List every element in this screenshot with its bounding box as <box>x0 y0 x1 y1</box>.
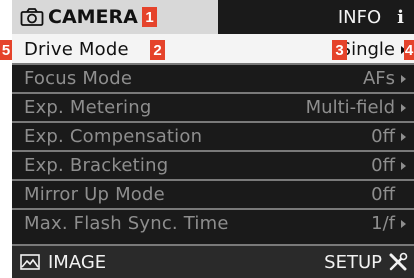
menu-item-value: 0ff <box>371 184 395 205</box>
tab-camera-label: CAMERA <box>48 6 138 28</box>
menu-item-value: 1/f <box>371 213 406 234</box>
camera-icon <box>20 8 44 26</box>
menu-item-value-text: Single <box>339 39 395 60</box>
menu-item-value: 0ff <box>371 126 406 147</box>
tab-image[interactable]: IMAGE <box>20 252 106 273</box>
chevron-right-icon <box>401 103 406 112</box>
info-icon: i <box>397 6 404 28</box>
chevron-right-icon <box>401 132 406 141</box>
menu-item-value-text: 0ff <box>371 126 395 147</box>
chevron-right-icon <box>401 161 406 170</box>
menu-item-value: Multi-field <box>306 97 406 118</box>
chevron-right-icon <box>401 219 406 228</box>
menu-item-exp-bracketing[interactable]: Exp. Bracketing 0ff <box>12 150 414 179</box>
callout-5: 5 <box>0 40 12 60</box>
menu-item-label: Max. Flash Sync. Time <box>24 213 229 234</box>
menu-item-label: Mirror Up Mode <box>24 184 165 205</box>
tab-info-label: INFO <box>337 6 382 28</box>
menu-item-value-text: Multi-field <box>305 97 395 118</box>
image-icon <box>20 254 40 270</box>
menu-item-value: Single <box>340 39 406 60</box>
callout-1: 1 <box>142 7 157 27</box>
menu-item-label: Focus Mode <box>24 68 133 89</box>
menu-item-label: Drive Mode <box>24 39 129 60</box>
wrench-screwdriver-icon <box>389 252 408 271</box>
menu-item-value-text: 1/f <box>371 213 395 234</box>
menu-item-value: AFs <box>363 68 406 89</box>
tab-setup[interactable]: SETUP <box>324 252 408 273</box>
callout-3: 3 <box>332 40 347 60</box>
menu-item-value-text: 0ff <box>371 155 395 176</box>
callout-4: 4 <box>404 40 414 60</box>
camera-menu-screen: CAMERA INFO i Drive Mode Single Focus Mo… <box>12 0 414 278</box>
menu-item-focus-mode[interactable]: Focus Mode AFs <box>12 63 414 92</box>
bottom-tab-bar: IMAGE SETUP <box>12 244 414 278</box>
tab-setup-label: SETUP <box>324 251 382 273</box>
tab-image-label: IMAGE <box>48 251 107 273</box>
tab-info[interactable]: INFO i <box>218 0 414 34</box>
chevron-right-icon <box>401 74 406 83</box>
menu-list: Drive Mode Single Focus Mode AFs Exp. Me… <box>12 34 414 237</box>
menu-item-exp-compensation[interactable]: Exp. Compensation 0ff <box>12 121 414 150</box>
menu-item-exp-metering[interactable]: Exp. Metering Multi-field <box>12 92 414 121</box>
callout-2: 2 <box>150 40 165 60</box>
menu-item-drive-mode[interactable]: Drive Mode Single <box>12 34 414 63</box>
menu-item-value: 0ff <box>371 155 406 176</box>
tab-camera[interactable]: CAMERA <box>12 0 218 34</box>
menu-item-max-flash-sync-time[interactable]: Max. Flash Sync. Time 1/f <box>12 208 414 237</box>
menu-item-label: Exp. Metering <box>24 97 152 118</box>
menu-item-label: Exp. Bracketing <box>24 155 169 176</box>
menu-item-value-text: 0ff <box>371 184 395 205</box>
menu-item-value-text: AFs <box>362 68 395 89</box>
menu-item-mirror-up-mode[interactable]: Mirror Up Mode 0ff <box>12 179 414 208</box>
menu-item-label: Exp. Compensation <box>24 126 203 147</box>
top-tab-bar: CAMERA INFO i <box>12 0 414 34</box>
